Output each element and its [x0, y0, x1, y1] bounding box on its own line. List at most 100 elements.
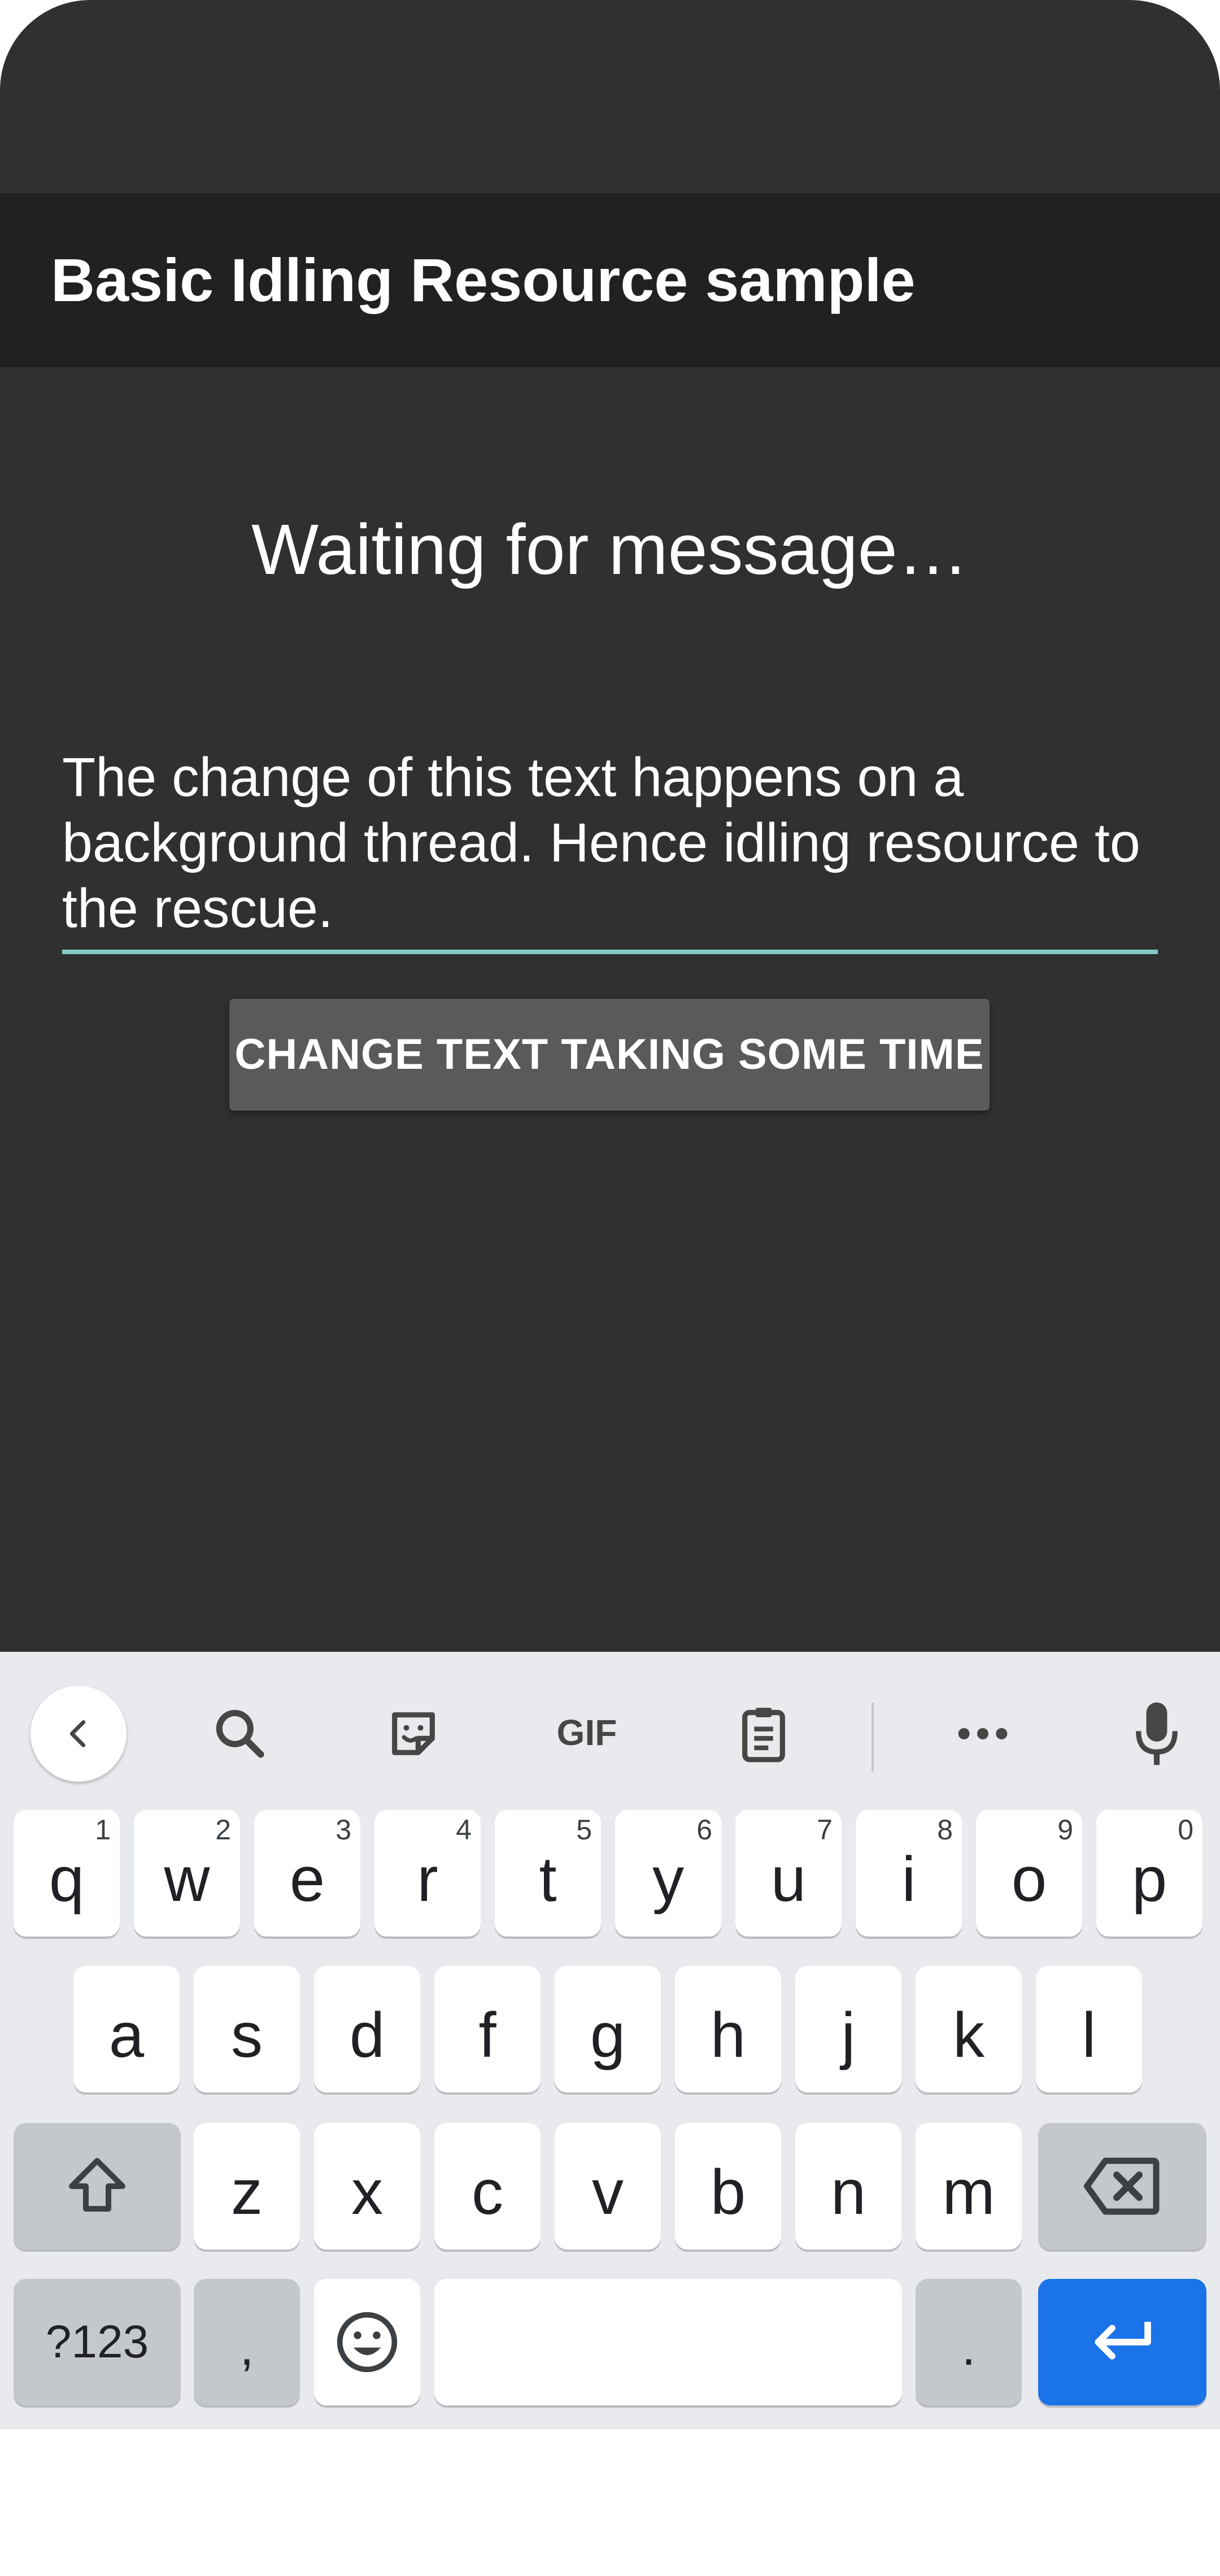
key-label: f [478, 1999, 496, 2070]
key-number-hint: 6 [696, 1814, 712, 1846]
key-d[interactable]: d [314, 1966, 420, 2092]
key-label: l [1082, 1999, 1096, 2070]
key-label: e [289, 1843, 325, 1914]
key-label: g [590, 1999, 626, 2070]
key-k[interactable]: k [916, 1966, 1022, 2092]
key-o[interactable]: o9 [976, 1810, 1082, 1937]
key-y[interactable]: y6 [615, 1810, 721, 1937]
key-label: q [49, 1843, 85, 1914]
shift-icon [69, 2158, 125, 2212]
key-number-hint: 1 [95, 1814, 111, 1846]
key-m[interactable]: m [916, 2123, 1022, 2249]
key-q[interactable]: q1 [14, 1810, 120, 1937]
key-label: r [417, 1843, 438, 1914]
key-label: n [830, 2156, 866, 2227]
key-label: x [351, 2156, 383, 2227]
keyboard-back-button[interactable] [30, 1686, 127, 1782]
key-number-hint: 5 [576, 1814, 592, 1846]
voice-input-button[interactable] [1109, 1686, 1205, 1782]
gif-button[interactable]: GIF [539, 1686, 635, 1782]
phone-screen: Basic Idling Resource sample Waiting for… [0, 0, 1220, 2576]
key-label: b [710, 2156, 746, 2227]
key-label: y [652, 1843, 684, 1914]
main-content: Waiting for message… The change of this … [0, 367, 1220, 1652]
app-bar: Basic Idling Resource sample [0, 193, 1220, 367]
more-icon [958, 1728, 1008, 1739]
key-b[interactable]: b [675, 2123, 781, 2249]
enter-key[interactable] [1038, 2279, 1206, 2405]
key-i[interactable]: i8 [856, 1810, 962, 1937]
navigation-bar-area [0, 2429, 1220, 2576]
status-bar [0, 0, 1220, 193]
key-label: c [472, 2156, 503, 2227]
key-label: , [239, 2319, 254, 2376]
key-v[interactable]: v [555, 2123, 661, 2249]
key-l[interactable]: l [1036, 1966, 1142, 2092]
emoji-key[interactable] [314, 2279, 420, 2405]
key-label: p [1131, 1843, 1167, 1914]
key-label: t [539, 1843, 557, 1914]
key-g[interactable]: g [555, 1966, 661, 2092]
comma-key[interactable]: , [194, 2279, 300, 2405]
key-t[interactable]: t5 [495, 1810, 601, 1937]
enter-icon [1095, 2322, 1151, 2360]
key-number-hint: 0 [1178, 1814, 1193, 1846]
period-key[interactable]: . [916, 2279, 1022, 2405]
key-label: h [710, 1999, 746, 2070]
key-label: v [592, 2156, 624, 2227]
key-label: u [770, 1843, 807, 1914]
key-number-hint: 9 [1057, 1814, 1073, 1846]
key-label: i [901, 1843, 916, 1914]
space-bar[interactable] [434, 2279, 902, 2405]
key-p[interactable]: p0 [1096, 1810, 1202, 1937]
key-r[interactable]: r4 [374, 1810, 481, 1937]
emoji-icon [337, 2312, 398, 2373]
mic-icon [1136, 1702, 1178, 1765]
key-label: s [231, 1999, 263, 2070]
key-label: m [942, 2156, 995, 2227]
gif-icon: GIF [557, 1712, 617, 1753]
search-icon [216, 1709, 264, 1758]
key-label: j [841, 1999, 856, 2070]
key-f[interactable]: f [434, 1966, 541, 2092]
change-text-button[interactable]: CHANGE TEXT TAKING SOME TIME [229, 999, 990, 1111]
backspace-icon [1084, 2157, 1160, 2215]
key-n[interactable]: n [795, 2123, 901, 2249]
key-w[interactable]: w2 [134, 1810, 240, 1937]
input-underline [62, 950, 1158, 954]
clipboard-button[interactable] [716, 1686, 812, 1782]
key-j[interactable]: j [795, 1966, 901, 2092]
clipboard-icon [742, 1708, 785, 1763]
app-title: Basic Idling Resource sample [51, 246, 916, 314]
shift-key[interactable] [14, 2123, 181, 2249]
key-z[interactable]: z [194, 2123, 300, 2249]
key-number-hint: 4 [456, 1814, 472, 1846]
sticker-button[interactable] [365, 1686, 461, 1782]
key-h[interactable]: h [675, 1966, 781, 2092]
sticker-icon [392, 1712, 435, 1755]
more-button[interactable] [935, 1686, 1031, 1782]
toolbar-divider [872, 1703, 874, 1772]
svg-text:GIF: GIF [557, 1712, 617, 1753]
key-x[interactable]: x [314, 2123, 420, 2249]
backspace-key[interactable] [1038, 2123, 1206, 2249]
key-label: z [231, 2156, 263, 2227]
key-a[interactable]: a [73, 1966, 180, 2092]
symbols-key[interactable]: ?123 [14, 2279, 181, 2405]
key-number-hint: 8 [937, 1814, 953, 1846]
key-e[interactable]: e3 [254, 1810, 360, 1937]
key-label: . [961, 2319, 976, 2376]
message-text: Waiting for message… [251, 510, 969, 589]
search-button[interactable] [192, 1686, 288, 1782]
key-label: d [349, 1999, 385, 2070]
key-c[interactable]: c [434, 2123, 541, 2249]
key-number-hint: 3 [336, 1814, 351, 1846]
key-u[interactable]: u7 [735, 1810, 842, 1937]
key-number-hint: 7 [817, 1814, 833, 1846]
key-label: w [164, 1843, 210, 1914]
key-label: o [1011, 1843, 1047, 1914]
key-s[interactable]: s [194, 1966, 300, 2092]
key-label: k [953, 1999, 984, 2070]
back-arrow-icon [69, 1720, 86, 1747]
key-number-hint: 2 [215, 1814, 231, 1846]
